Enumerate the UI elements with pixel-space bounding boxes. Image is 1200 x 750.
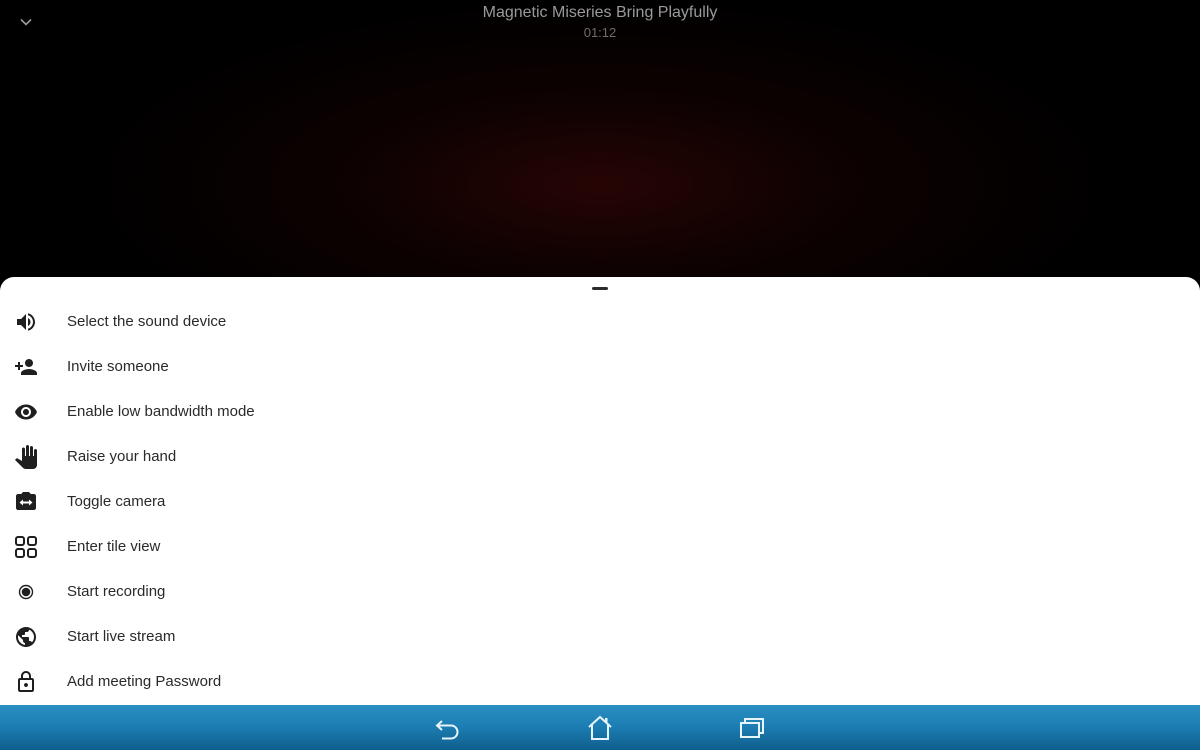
overflow-menu-list: Select the sound device Invite someone E… bbox=[0, 300, 1200, 705]
menu-item-invite[interactable]: Invite someone bbox=[0, 345, 1200, 390]
meeting-timer: 01:12 bbox=[583, 25, 617, 40]
home-icon bbox=[588, 715, 612, 740]
menu-item-raise-hand[interactable]: Raise your hand bbox=[0, 435, 1200, 480]
menu-item-start-recording[interactable]: Start recording bbox=[0, 570, 1200, 615]
menu-item-label: Start live stream bbox=[67, 628, 176, 645]
menu-item-label: Enter tile view bbox=[67, 538, 161, 555]
menu-item-tile-view[interactable]: Enter tile view bbox=[0, 525, 1200, 570]
hand-icon bbox=[14, 445, 38, 469]
globe-icon bbox=[14, 625, 38, 649]
system-navigation-bar bbox=[0, 705, 1200, 750]
meeting-title: Magnetic Miseries Bring Playfully bbox=[482, 4, 718, 21]
menu-item-label: Invite someone bbox=[67, 358, 169, 375]
menu-item-toggle-camera[interactable]: Toggle camera bbox=[0, 480, 1200, 525]
switch-camera-icon bbox=[14, 490, 38, 514]
tile-grid-icon bbox=[14, 535, 38, 559]
menu-item-label: Start recording bbox=[67, 583, 166, 600]
menu-item-sound-device[interactable]: Select the sound device bbox=[0, 300, 1200, 345]
back-icon bbox=[435, 720, 459, 740]
eye-icon bbox=[14, 400, 38, 424]
add-person-icon bbox=[14, 355, 38, 379]
meeting-screen: Magnetic Miseries Bring Playfully 01:12 … bbox=[0, 0, 1200, 750]
home-button[interactable] bbox=[585, 714, 615, 742]
menu-item-label: Toggle camera bbox=[67, 493, 166, 510]
recent-apps-icon bbox=[740, 718, 764, 738]
record-icon bbox=[14, 580, 38, 604]
overflow-menu-sheet: Select the sound device Invite someone E… bbox=[0, 277, 1200, 705]
recent-apps-button[interactable] bbox=[737, 714, 767, 742]
menu-item-meeting-password[interactable]: Add meeting Password bbox=[0, 660, 1200, 705]
call-video-area[interactable]: Magnetic Miseries Bring Playfully 01:12 bbox=[0, 0, 1200, 300]
lock-icon bbox=[14, 670, 38, 694]
drag-handle-icon[interactable] bbox=[592, 287, 608, 290]
menu-item-live-stream[interactable]: Start live stream bbox=[0, 615, 1200, 660]
menu-item-label: Add meeting Password bbox=[67, 673, 222, 690]
speaker-icon bbox=[14, 310, 38, 334]
menu-item-low-bandwidth[interactable]: Enable low bandwidth mode bbox=[0, 390, 1200, 435]
back-button[interactable] bbox=[433, 714, 463, 742]
menu-item-label: Enable low bandwidth mode bbox=[67, 403, 255, 420]
menu-item-label: Raise your hand bbox=[67, 448, 177, 465]
menu-item-label: Select the sound device bbox=[67, 313, 227, 330]
